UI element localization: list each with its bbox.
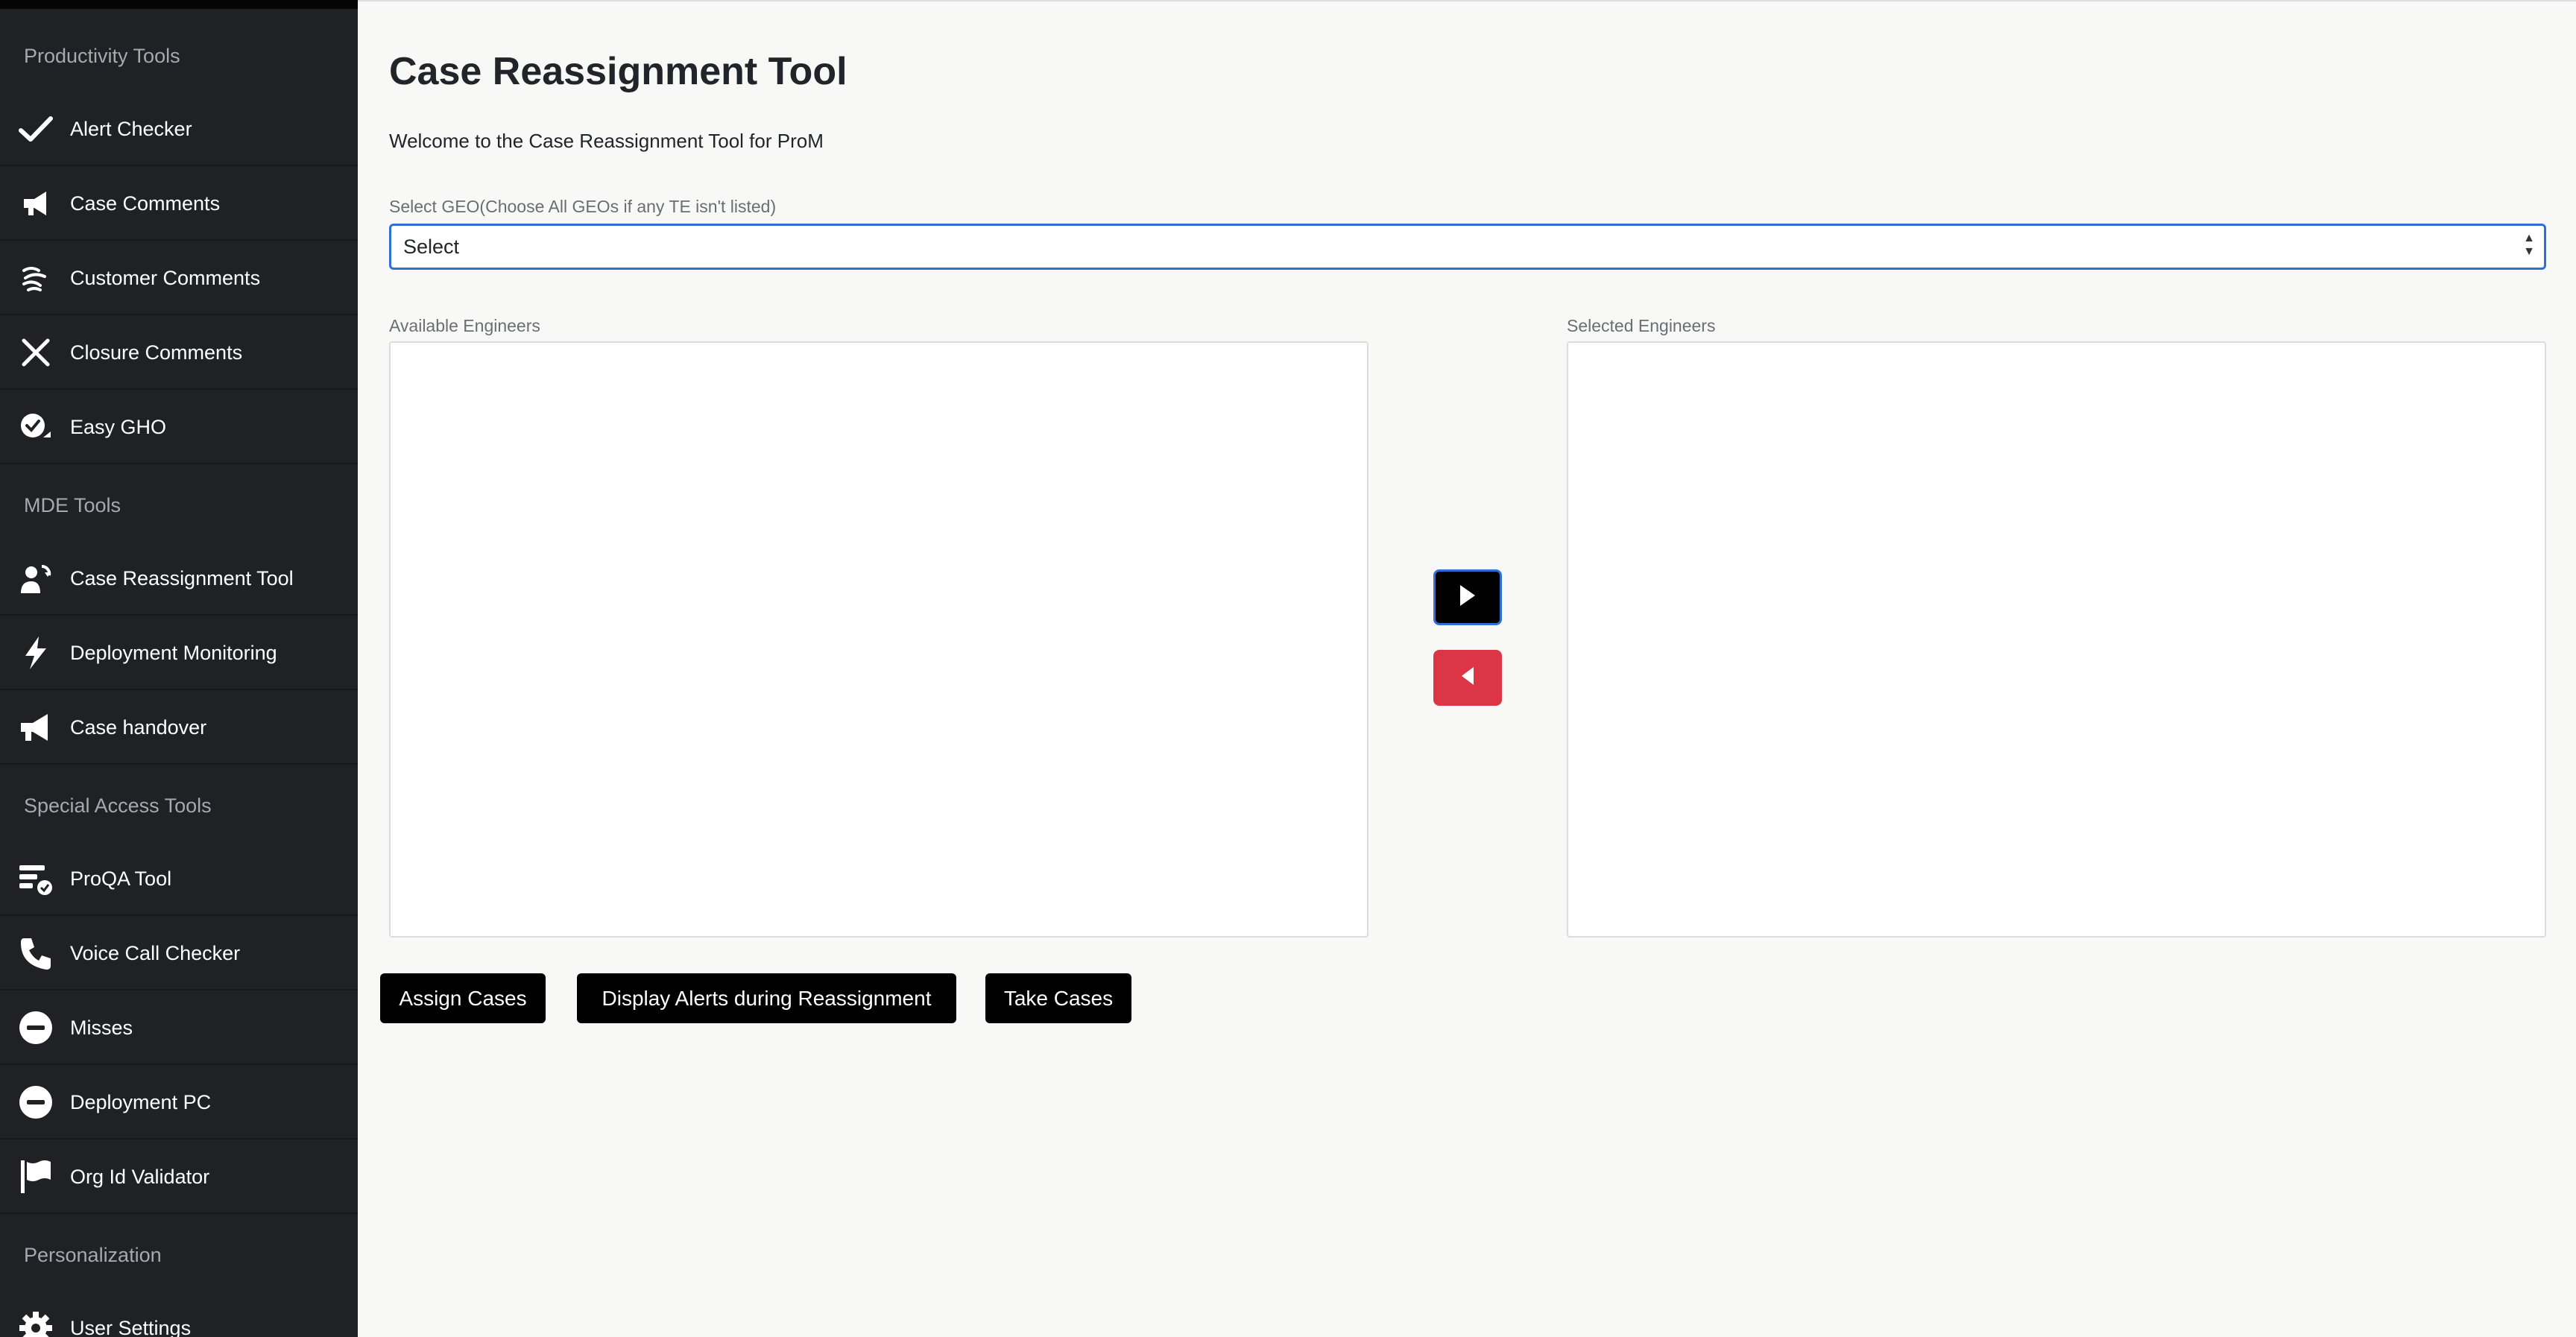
- geo-select-value: Select: [403, 235, 460, 258]
- lightning-icon: [16, 633, 55, 672]
- sidebar-item-label: Case Reassignment Tool: [70, 566, 294, 590]
- sidebar-item-label: Easy GHO: [70, 415, 167, 438]
- geo-select-label: Select GEO(Choose All GEOs if any TE isn…: [389, 197, 777, 216]
- sidebar-item-label: Case handover: [70, 715, 207, 739]
- play-left-icon: [1457, 664, 1478, 692]
- section-title-productivity: Productivity Tools: [24, 45, 180, 67]
- megaphone-icon: [16, 184, 55, 223]
- display-alerts-button[interactable]: Display Alerts during Reassignment: [577, 973, 956, 1023]
- megaphone-icon: [16, 708, 55, 747]
- sidebar-item-user-settings[interactable]: User Settings: [0, 1292, 358, 1337]
- gear-icon: [16, 1309, 55, 1337]
- sidebar-item-org-id-validator[interactable]: Org Id Validator: [0, 1141, 358, 1214]
- section-title-mde: MDE Tools: [24, 494, 121, 516]
- sidebar-item-label: ProQA Tool: [70, 867, 172, 890]
- available-engineers-list[interactable]: [389, 341, 1368, 938]
- sidebar-item-label: Deployment PC: [70, 1090, 212, 1113]
- sidebar-item-closure-comments[interactable]: Closure Comments: [0, 317, 358, 390]
- checklist-icon: [16, 859, 55, 898]
- sidebar-item-voice-call-checker[interactable]: Voice Call Checker: [0, 917, 358, 990]
- close-icon: [16, 333, 55, 372]
- sidebar-item-case-reassignment-tool[interactable]: Case Reassignment Tool: [0, 543, 358, 616]
- phone-icon: [16, 934, 55, 973]
- sidebar-item-label: Alert Checker: [70, 117, 192, 140]
- available-engineers-label: Available Engineers: [389, 316, 540, 335]
- waves-icon: [16, 259, 55, 297]
- sidebar-item-label: Voice Call Checker: [70, 941, 241, 964]
- sidebar-item-customer-comments[interactable]: Customer Comments: [0, 242, 358, 315]
- sidebar-item-label: Closure Comments: [70, 341, 243, 364]
- sidebar-item-alert-checker[interactable]: Alert Checker: [0, 93, 358, 166]
- main-content: Case Reassignment Tool Welcome to the Ca…: [358, 0, 2576, 1337]
- sidebar-item-label: Deployment Monitoring: [70, 641, 277, 664]
- sidebar-item-label: Misses: [70, 1016, 133, 1039]
- sidebar-item-easy-gho[interactable]: Easy GHO: [0, 391, 358, 464]
- play-right-icon: [1457, 584, 1478, 611]
- take-cases-button[interactable]: Take Cases: [985, 973, 1131, 1023]
- minus-circle-icon: [16, 1008, 55, 1047]
- minus-circle-icon: [16, 1083, 55, 1122]
- sidebar-item-label: Case Comments: [70, 192, 221, 215]
- selected-engineers-label: Selected Engineers: [1567, 316, 1716, 335]
- section-title-personalization: Personalization: [24, 1244, 162, 1266]
- assign-cases-button[interactable]: Assign Cases: [380, 973, 546, 1023]
- sidebar-item-proqa-tool[interactable]: ProQA Tool: [0, 843, 358, 916]
- sidebar: Productivity Tools Alert Checker Case Co…: [0, 0, 358, 1337]
- sidebar-item-label: User Settings: [70, 1316, 192, 1337]
- sidebar-item-label: Customer Comments: [70, 266, 261, 289]
- welcome-text: Welcome to the Case Reassignment Tool fo…: [389, 130, 824, 152]
- section-title-special-access: Special Access Tools: [24, 794, 212, 817]
- sidebar-item-label: Org Id Validator: [70, 1165, 210, 1188]
- check-icon: [16, 110, 55, 148]
- sidebar-item-case-comments[interactable]: Case Comments: [0, 168, 358, 241]
- sidebar-item-deployment-monitoring[interactable]: Deployment Monitoring: [0, 617, 358, 690]
- move-left-button[interactable]: [1433, 650, 1502, 706]
- move-right-button[interactable]: [1433, 569, 1502, 625]
- sidebar-item-deployment-pc[interactable]: Deployment PC: [0, 1066, 358, 1140]
- user-swap-icon: [16, 559, 55, 598]
- sidebar-item-misses[interactable]: Misses: [0, 992, 358, 1065]
- geo-select[interactable]: Select ▲ ▼: [389, 224, 2546, 270]
- page-title: Case Reassignment Tool: [389, 50, 847, 93]
- sidebar-item-case-handover[interactable]: Case handover: [0, 692, 358, 765]
- selected-engineers-list[interactable]: [1567, 341, 2546, 938]
- flag-icon: [16, 1157, 55, 1196]
- chat-check-icon: [16, 408, 55, 446]
- select-arrows-icon: ▲ ▼: [2523, 232, 2535, 258]
